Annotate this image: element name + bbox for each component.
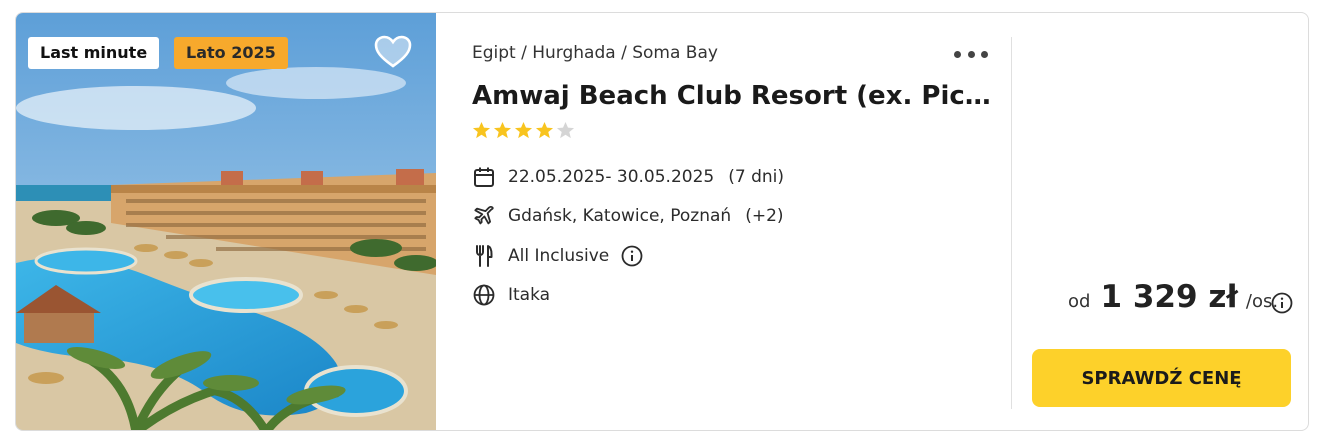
duration-value: (7 dni) [728,167,784,187]
star-icon [535,121,554,139]
operator-value: Itaka [508,285,551,305]
location-breadcrumb[interactable]: Egipt / Hurghada / Soma Bay [472,43,718,63]
departures-more[interactable]: (+2) [745,206,783,226]
departures-value: Gdańsk, Katowice, Poznań [508,206,732,226]
price-amount: 1 329 zł [1100,279,1238,315]
info-icon[interactable] [621,245,643,267]
star-icon [493,121,512,139]
heart-icon [374,35,412,68]
more-dots-icon [954,50,961,58]
check-price-button[interactable]: SPRAWDŹ CENĘ [1032,349,1291,407]
cutlery-icon [472,244,496,268]
star-icon [472,121,491,139]
dates-value: 22.05.2025- 30.05.2025 [508,167,715,187]
more-options-button[interactable] [954,43,988,65]
price-prefix: od [1068,291,1091,312]
board-row: All Inclusive [472,244,643,268]
price-block: od 1 329 zł /os. [1068,279,1278,315]
last-minute-badge: Last minute [28,37,160,69]
hotel-name[interactable]: Amwaj Beach Club Resort (ex. Picka… [472,81,992,111]
favorite-button[interactable] [374,35,412,69]
hotel-rating [472,121,575,140]
divider [1011,37,1012,409]
star-icon [514,121,533,139]
price-info-icon[interactable] [1271,292,1293,314]
plane-icon [472,204,496,228]
globe-icon [472,283,496,307]
offer-details: Egipt / Hurghada / Soma Bay Amwaj Beach … [436,13,1016,430]
star-empty-icon [556,121,575,139]
board-value: All Inclusive [508,246,610,266]
offer-card[interactable]: Last minute Lato 2025 Egipt / Hurghada /… [15,12,1309,431]
season-badge: Lato 2025 [174,37,288,69]
operator-row: Itaka [472,283,550,307]
departures-row: Gdańsk, Katowice, Poznań (+2) [472,204,784,228]
hotel-photo-image [16,13,436,430]
hotel-photo[interactable]: Last minute Lato 2025 [16,13,436,430]
calendar-icon [472,165,496,189]
dates-row: 22.05.2025- 30.05.2025 (7 dni) [472,165,784,189]
